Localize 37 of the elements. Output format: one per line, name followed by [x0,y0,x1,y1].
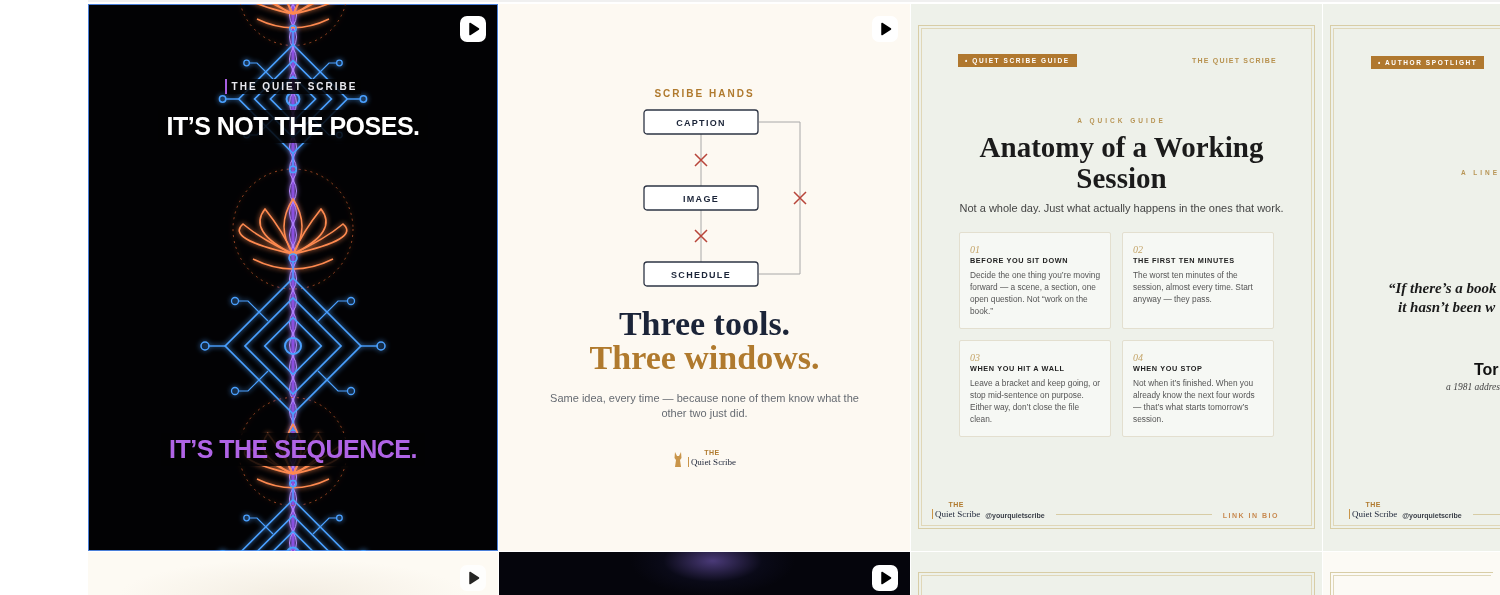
play-icon[interactable] [872,565,898,591]
subtitle: Not a whole day. Just what actually happens in the ones that work. [959,202,1284,214]
source-text: a 1981 addres [1446,382,1500,392]
diagram-node: IMAGE [642,185,759,211]
step-number: 02 [1133,244,1144,255]
card-text: The worst ten minutes of the session, almost every time. Start anyway — they pass. [1133,269,1254,305]
step-number: 01 [970,244,981,255]
play-icon[interactable] [872,16,898,42]
quote-line: “If there’s a book [1388,279,1497,298]
description: Same idea, every time — because none of them know what the other two just did. [549,391,860,421]
section-label: SCRIBE HANDS [654,88,755,99]
brand-name: Quiet Scribe [932,509,981,519]
author-name: Tor [1474,361,1499,379]
connector-line [700,209,701,263]
headline: Three tools. [618,307,791,341]
post-tile[interactable] [911,552,1322,595]
card-text: Decide the one thing you’re moving forward — a scene, a section, one open question. Not “work on the book.” [970,269,1102,317]
play-icon[interactable] [460,565,486,591]
post-tile[interactable] [499,552,910,595]
post-tile[interactable]: THE QUIET SCRIBE IT’S NOT THE POSES. IT’S THE SEQUENCE. [88,4,498,551]
brand-name: Quiet Scribe [1349,509,1398,519]
guide-title: Anatomy of a Working Session [978,132,1265,194]
play-icon[interactable] [460,16,486,42]
diagram-node: SCHEDULE [642,261,759,287]
brand-name: Quiet Scribe [687,457,737,467]
post-tile[interactable] [88,552,498,595]
card-text: Leave a bracket and keep going, or stop mid-sentence on purpose. Either way, don’t close the file clean. [970,377,1102,425]
figure-icon [672,452,683,467]
connector-line [700,133,701,187]
diagram-node: CAPTION [642,109,759,135]
headline-accent: Three windows. [589,341,820,375]
post-tile[interactable] [1323,552,1500,595]
post-tile[interactable] [911,4,1322,551]
quote-line: it hasn’t been w [1398,298,1496,317]
step-number: 04 [1133,352,1144,363]
step-number: 03 [970,352,981,363]
card-text: Not when it’s finished. When you already know the next four words — that’s what starts tomorrow’s session. [1133,377,1256,425]
